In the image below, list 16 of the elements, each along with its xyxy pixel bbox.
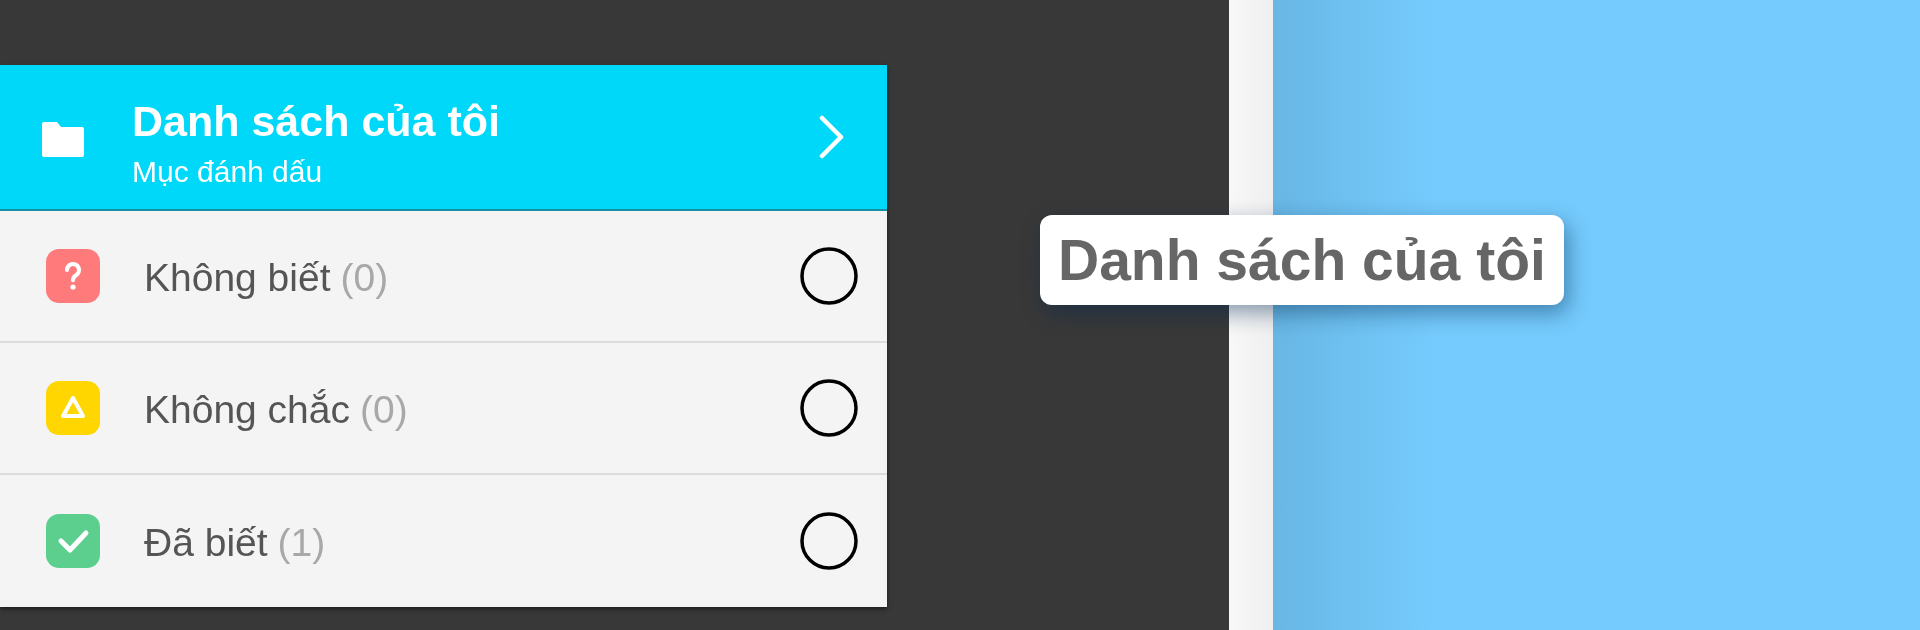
radio-button[interactable] bbox=[800, 512, 858, 570]
header-subtitle: Mục đánh dấu bbox=[132, 156, 323, 188]
item-count: (0) bbox=[340, 256, 389, 300]
list-item[interactable]: Không chắc (0) bbox=[0, 343, 887, 475]
header-title: Danh sách của tôi bbox=[132, 98, 500, 144]
radio-button[interactable] bbox=[800, 379, 858, 437]
item-count: (1) bbox=[277, 521, 326, 565]
item-label: Không chắc bbox=[144, 388, 350, 432]
list-item[interactable]: Đã biết (1) bbox=[0, 475, 887, 607]
radio-button[interactable] bbox=[800, 247, 858, 305]
item-label: Đã biết bbox=[144, 521, 268, 565]
list-item[interactable]: Không biết (0) bbox=[0, 211, 887, 343]
folder-icon bbox=[42, 121, 84, 157]
item-label: Không biết bbox=[144, 256, 331, 300]
tooltip: Danh sách của tôi bbox=[1040, 215, 1564, 305]
item-count: (0) bbox=[360, 388, 408, 432]
